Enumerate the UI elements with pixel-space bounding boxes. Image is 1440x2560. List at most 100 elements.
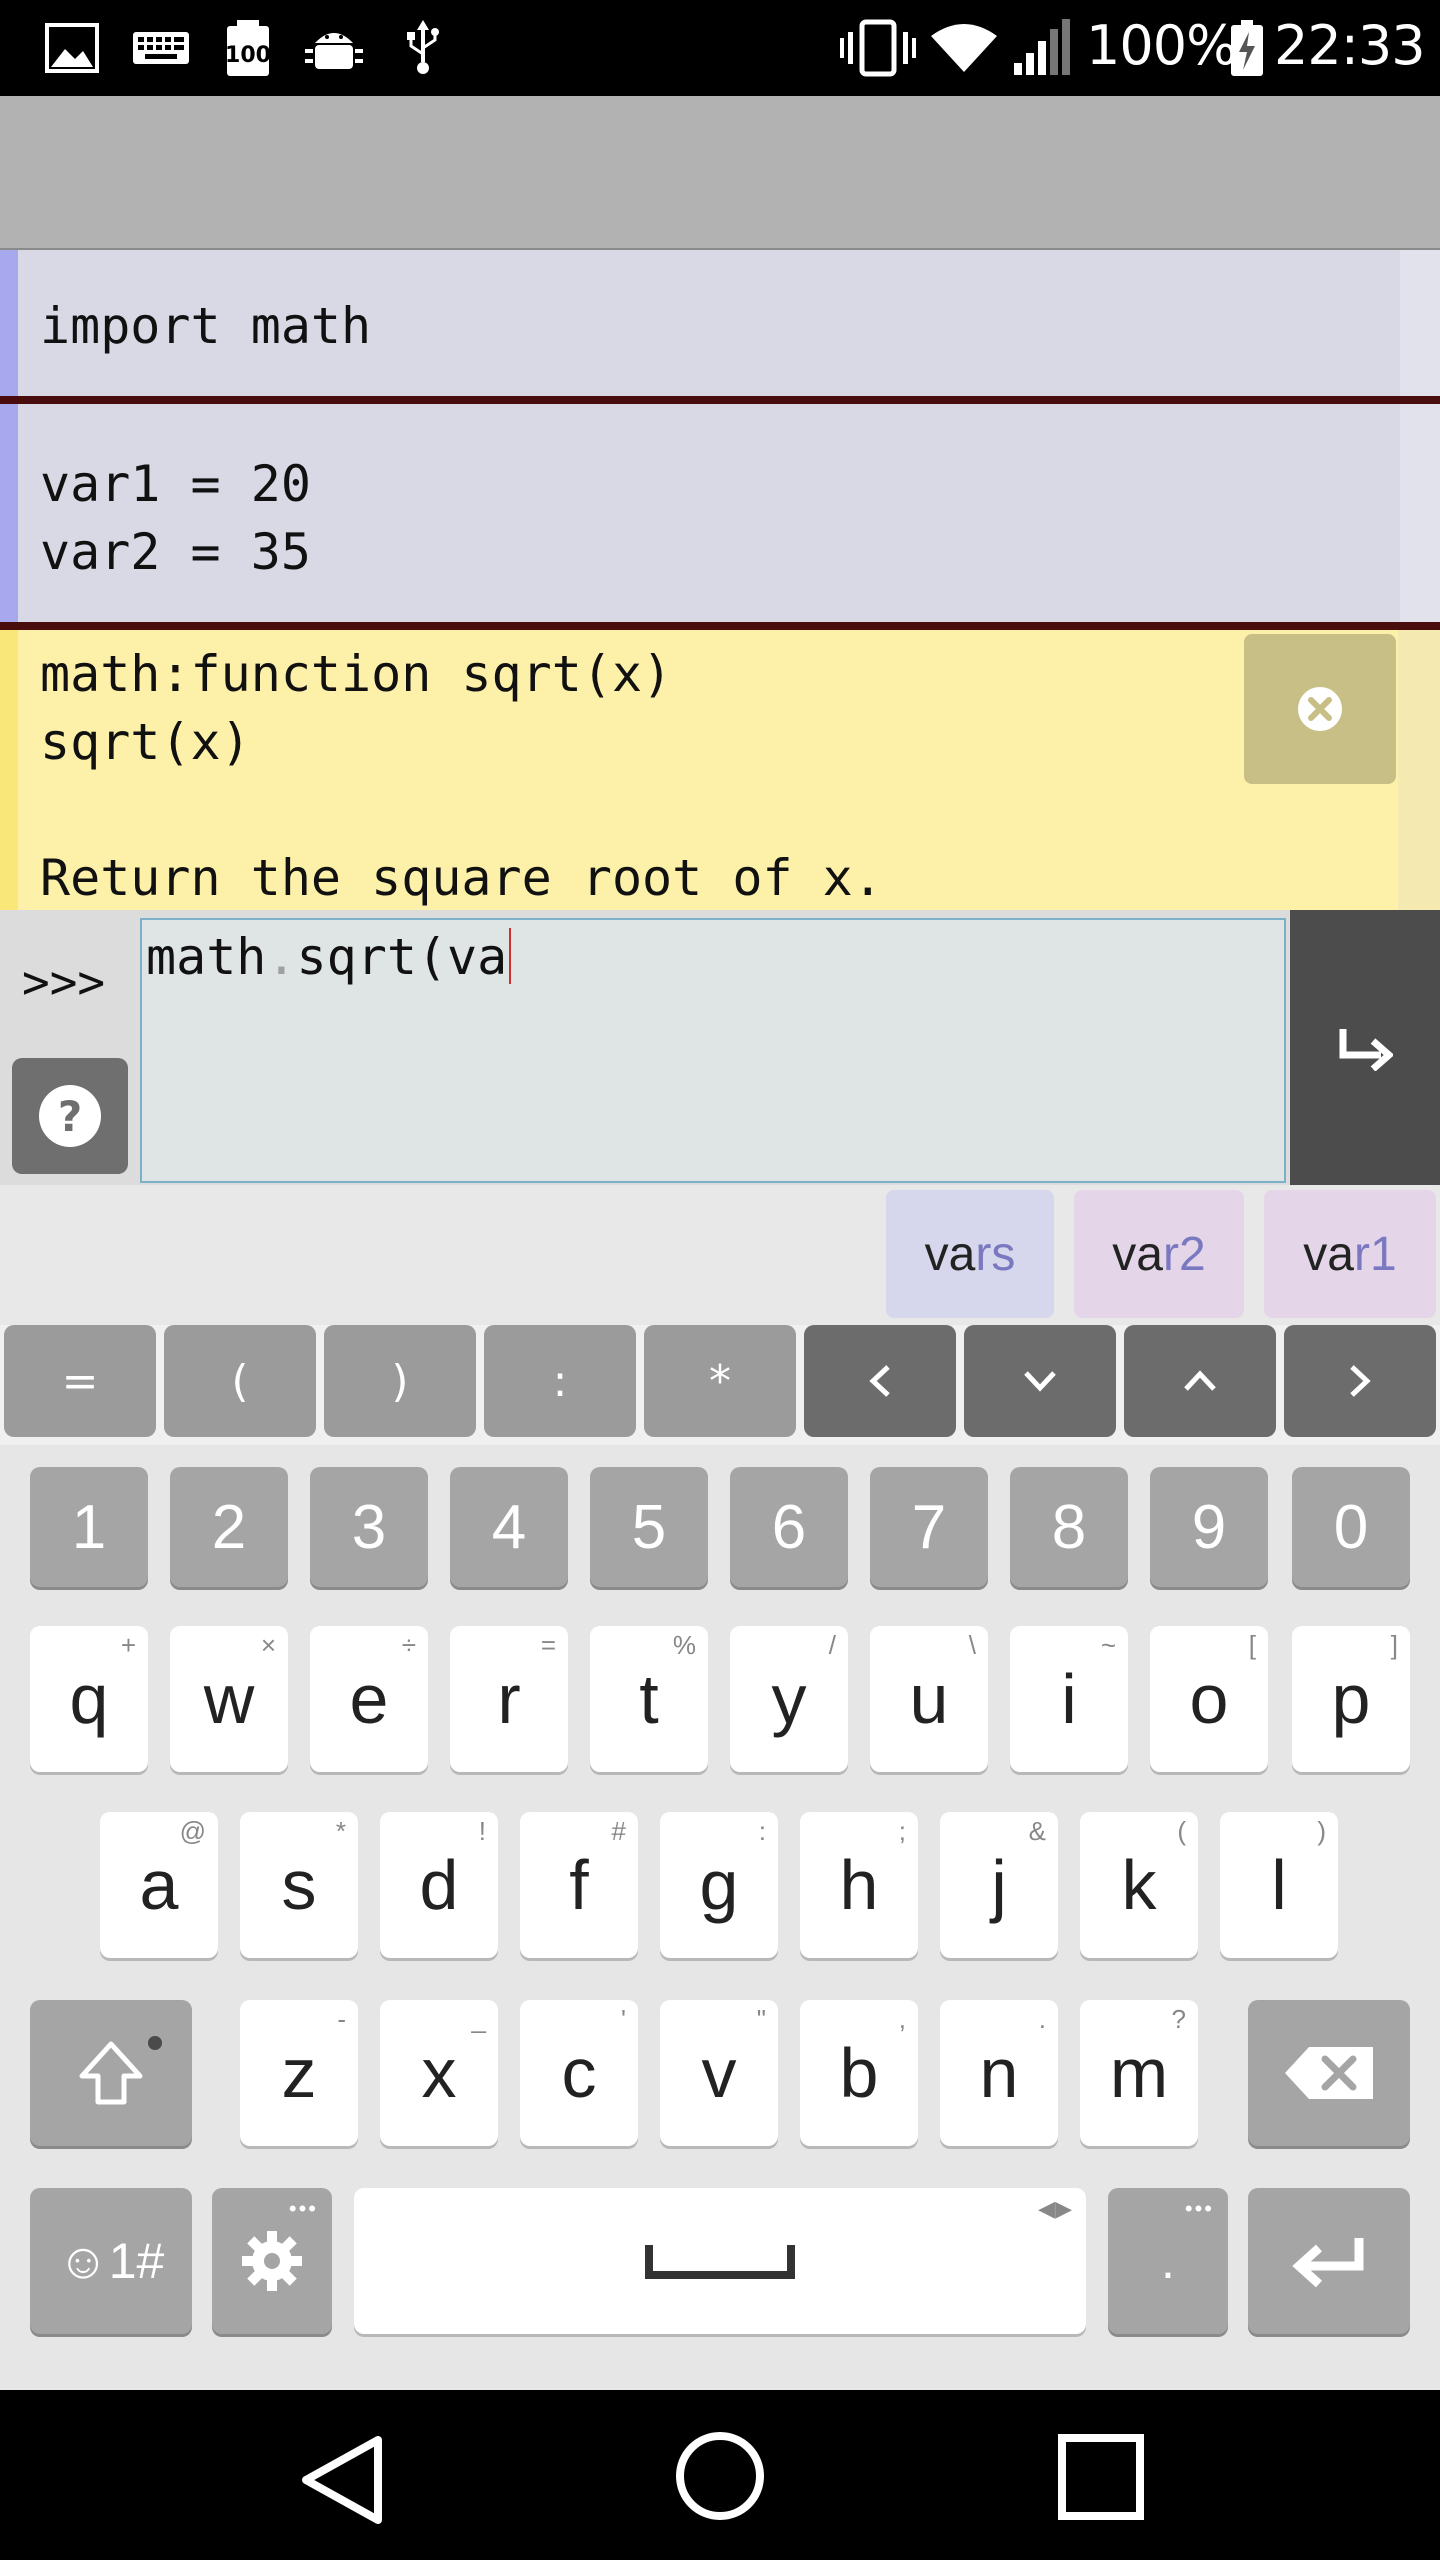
key-6[interactable]: 6 [730, 1467, 848, 1587]
key-hint: # [611, 1816, 626, 1846]
key-label: o [1189, 1660, 1229, 1738]
chevron-left-icon [869, 1365, 890, 1397]
key-hint: = [540, 1630, 556, 1660]
cursor-up-key[interactable] [1124, 1325, 1276, 1437]
key-5[interactable]: 5 [590, 1467, 708, 1587]
cell-divider [0, 396, 1440, 404]
key-g[interactable]: :g [660, 1812, 778, 1958]
key-hint: [ [1248, 1630, 1256, 1660]
close-circle-icon [1298, 687, 1342, 731]
key-f[interactable]: # f [520, 1812, 638, 1958]
enter-icon [1292, 2238, 1364, 2288]
battery-charging-icon [1228, 18, 1266, 78]
suggestion-prefix: va [1303, 1227, 1354, 1281]
key-label: i [1061, 1660, 1077, 1738]
key-4[interactable]: 4 [450, 1467, 568, 1587]
cell-code: import math [40, 297, 372, 355]
history-cell[interactable]: import math [0, 250, 1440, 396]
key-c[interactable]: ' c [520, 2000, 638, 2146]
backspace-key[interactable] [1248, 2000, 1410, 2146]
run-button[interactable] [1290, 910, 1440, 1185]
key-i[interactable]: ~ i [1010, 1626, 1128, 1772]
key-a[interactable]: @ a [100, 1812, 218, 1958]
key-w[interactable]: × w [170, 1626, 288, 1772]
key-k[interactable]: (k [1080, 1812, 1198, 1958]
key-3[interactable]: 3 [310, 1467, 428, 1587]
key-l[interactable]: ) l [1220, 1812, 1338, 1958]
key-t[interactable]: % t [590, 1626, 708, 1772]
key-x[interactable]: _ x [380, 2000, 498, 2146]
enter-key[interactable] [1248, 2188, 1410, 2334]
suggestion-prefix: va [924, 1227, 976, 1281]
key-p[interactable]: ] p [1292, 1626, 1410, 1772]
key-hint: _ [471, 2004, 486, 2034]
key-hint: \ [968, 1630, 976, 1660]
key-label: b [839, 2034, 879, 2112]
key-hint: / [828, 1630, 836, 1660]
key-8[interactable]: 8 [1010, 1467, 1128, 1587]
history-cell[interactable]: var1 = 20 var2 = 35 [0, 404, 1440, 622]
cell-divider [0, 622, 1440, 630]
period-key[interactable]: ••• . [1108, 2188, 1228, 2334]
key-7[interactable]: 7 [870, 1467, 988, 1587]
key-hint: × [260, 1630, 276, 1660]
key-hint: , [898, 2004, 906, 2034]
suggestion-var1[interactable]: va r1 [1264, 1190, 1436, 1318]
key-o[interactable]: [o [1150, 1626, 1268, 1772]
sym-equals-key[interactable]: = [4, 1325, 156, 1437]
key-n[interactable]: .n [940, 2000, 1058, 2146]
cell-scroll-gutter [1400, 404, 1440, 622]
battery-100-notification-icon: 100 [220, 18, 276, 78]
cursor-right-key[interactable] [1284, 1325, 1436, 1437]
key-e[interactable]: ÷ e [310, 1626, 428, 1772]
key-hint: % [672, 1630, 696, 1660]
key-j[interactable]: & j [940, 1812, 1058, 1958]
more-dots-icon: ••• [1184, 2196, 1214, 2221]
chevron-up-icon [1184, 1370, 1216, 1391]
key-hint: " [756, 2004, 766, 2034]
key-m[interactable]: ? m [1080, 2000, 1198, 2146]
cursor-left-key[interactable] [804, 1325, 956, 1437]
key-label: v [701, 2034, 737, 2112]
key-d[interactable]: ! d [380, 1812, 498, 1958]
home-icon[interactable] [674, 2430, 766, 2522]
key-s[interactable]: * s [240, 1812, 358, 1958]
key-0[interactable]: 0 [1292, 1467, 1410, 1587]
key-h[interactable]: ; h [800, 1812, 918, 1958]
back-icon[interactable] [296, 2432, 386, 2528]
code-input-text: math.sqrt(va [146, 928, 512, 986]
suggestion-vars[interactable]: va rs [886, 1190, 1054, 1318]
key-u[interactable]: \ u [870, 1626, 988, 1772]
code-input[interactable]: math.sqrt(va [140, 918, 1286, 1183]
key-1[interactable]: 1 [30, 1467, 148, 1587]
key-9[interactable]: 9 [1150, 1467, 1268, 1587]
help-button[interactable]: ? [12, 1058, 128, 1174]
help-icon: ? [39, 1085, 101, 1147]
space-key[interactable]: ◀▶ [354, 2188, 1086, 2334]
key-b[interactable]: ,b [800, 2000, 918, 2146]
key-y[interactable]: / y [730, 1626, 848, 1772]
sym-asterisk-key[interactable]: * [644, 1325, 796, 1437]
key-z[interactable]: -z [240, 2000, 358, 2146]
sym-close-paren-key[interactable]: ) [324, 1325, 476, 1437]
key-label: x [421, 2034, 457, 2112]
recents-icon[interactable] [1058, 2434, 1144, 2520]
shift-icon [79, 2041, 143, 2105]
key-label: e [349, 1660, 389, 1738]
sym-open-paren-key[interactable]: ( [164, 1325, 316, 1437]
suggestion-var2[interactable]: va r2 [1074, 1190, 1244, 1318]
key-hint: @ [179, 1816, 206, 1846]
settings-key[interactable]: ••• [212, 2188, 332, 2334]
key-r[interactable]: = r [450, 1626, 568, 1772]
emoji-symbols-key[interactable]: ☺1# [30, 2188, 192, 2334]
key-2[interactable]: 2 [170, 1467, 288, 1587]
key-q[interactable]: + q [30, 1626, 148, 1772]
doc-close-button[interactable] [1244, 634, 1396, 784]
key-v[interactable]: " v [660, 2000, 778, 2146]
sym-colon-key[interactable]: : [484, 1325, 636, 1437]
suggestion-suffix: r1 [1354, 1227, 1397, 1281]
shift-key[interactable] [30, 2000, 192, 2146]
cursor-down-key[interactable] [964, 1325, 1116, 1437]
key-label: r [497, 1660, 521, 1738]
key-hint: - [337, 2004, 346, 2034]
